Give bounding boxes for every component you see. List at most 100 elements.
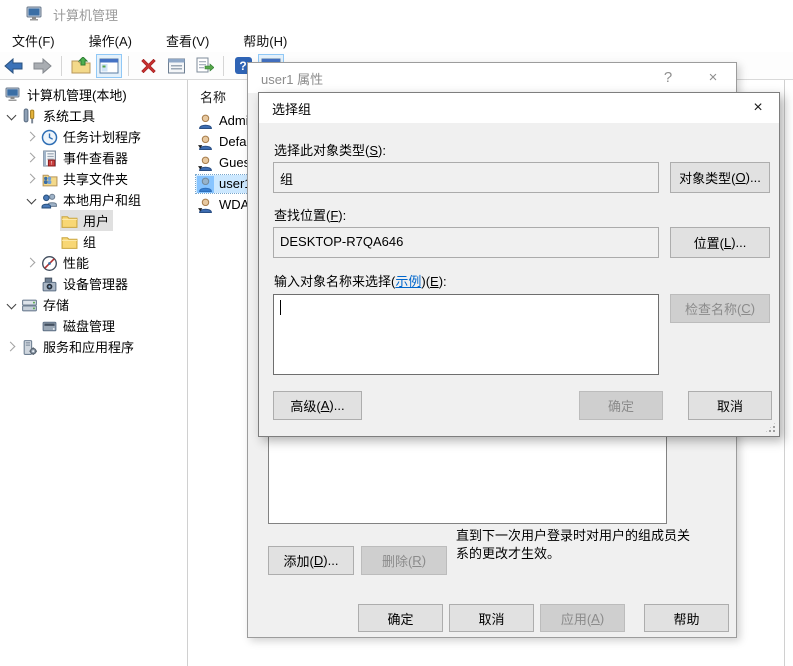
- tree-item-event-viewer[interactable]: ! 事件查看器: [0, 147, 187, 168]
- examples-link[interactable]: 示例: [395, 274, 421, 289]
- apply-button: 应用(A): [540, 604, 625, 632]
- storage-icon: [21, 297, 38, 313]
- chevron-right-icon[interactable]: [24, 168, 40, 189]
- object-names-label-prefix: 输入对象名称来选择(: [274, 274, 395, 289]
- back-button[interactable]: [1, 54, 27, 78]
- tree-item-label: 服务和应用程序: [43, 337, 134, 356]
- tree-item-task-scheduler[interactable]: 任务计划程序: [0, 126, 187, 147]
- tree-item-system-tools[interactable]: 系统工具: [0, 105, 187, 126]
- tree-item-device-manager[interactable]: 设备管理器: [0, 273, 187, 294]
- select-cancel-button[interactable]: 取消: [688, 391, 772, 420]
- select-dialog-titlebar: 选择组: [259, 93, 779, 123]
- export-list-button[interactable]: [191, 54, 217, 78]
- toggle-console-tree-button[interactable]: [96, 54, 122, 78]
- back-arrow-icon: [4, 58, 24, 74]
- close-icon[interactable]: ×: [741, 93, 775, 122]
- chevron-right-icon[interactable]: [24, 252, 40, 273]
- membership-note: 直到下一次用户登录时对用户的组成员关系的更改才生效。: [456, 527, 696, 563]
- properties-button[interactable]: [163, 54, 189, 78]
- text-caret: [280, 300, 281, 315]
- chevron-down-icon[interactable]: [24, 189, 40, 210]
- list-item-label: Gues: [219, 155, 250, 170]
- device-manager-icon: [41, 276, 58, 292]
- tree-item-groups[interactable]: 组: [0, 231, 187, 252]
- tree-item-label: 计算机管理(本地): [27, 85, 127, 104]
- forward-button[interactable]: [29, 54, 55, 78]
- tree-item-label: 设备管理器: [63, 274, 128, 293]
- help-bottom-button[interactable]: 帮助: [644, 604, 729, 632]
- object-type-field[interactable]: 组: [273, 162, 659, 193]
- select-ok-button: 确定: [579, 391, 663, 420]
- tree-item-label: 性能: [63, 253, 89, 272]
- close-icon[interactable]: ×: [696, 63, 730, 92]
- tree-item-disk-management[interactable]: 磁盘管理: [0, 315, 187, 336]
- dialog-help-icon[interactable]: ?: [651, 63, 685, 92]
- chevron-right-icon[interactable]: [24, 126, 40, 147]
- tree-item-label: 磁盘管理: [63, 316, 115, 335]
- services-apps-icon: [21, 339, 38, 355]
- object-types-button[interactable]: 对象类型(O)...: [670, 162, 770, 193]
- add-button[interactable]: 添加(D)...: [268, 546, 354, 575]
- user-disabled-icon: [197, 134, 214, 150]
- chevron-down-icon[interactable]: [4, 105, 20, 126]
- svg-text:!: !: [51, 160, 52, 166]
- advanced-button[interactable]: 高级(A)...: [273, 391, 362, 420]
- window-title: 计算机管理: [53, 5, 118, 24]
- up-folder-icon: [71, 57, 91, 74]
- cancel-button[interactable]: 取消: [449, 604, 534, 632]
- delete-button[interactable]: [135, 54, 161, 78]
- object-names-label: 输入对象名称来选择(示例)(E):: [274, 271, 447, 290]
- tree-item-users[interactable]: 用户: [0, 210, 187, 231]
- chevron-right-icon[interactable]: [24, 147, 40, 168]
- tree-item-services-and-applications[interactable]: 服务和应用程序: [0, 336, 187, 357]
- delete-x-icon: [140, 58, 157, 74]
- system-tools-icon: [21, 108, 38, 124]
- tree-item-storage[interactable]: 存储: [0, 294, 187, 315]
- chevron-spacer: [24, 273, 40, 294]
- export-list-icon: [195, 57, 214, 74]
- toolbar-separator: [223, 56, 224, 76]
- object-type-label: 选择此对象类型(S):: [274, 140, 386, 159]
- chevron-down-icon[interactable]: [4, 294, 20, 315]
- tree-item-shared-folders[interactable]: 共享文件夹: [0, 168, 187, 189]
- task-scheduler-icon: [41, 129, 58, 145]
- forward-arrow-icon: [32, 58, 52, 74]
- properties-dialog-title: user1 属性: [261, 69, 323, 88]
- tree-item-performance[interactable]: 性能: [0, 252, 187, 273]
- user-selected-icon: [197, 176, 214, 192]
- locations-button[interactable]: 位置(L)...: [670, 227, 770, 258]
- tree-item-label: 组: [83, 232, 96, 251]
- tree-item-label: 事件查看器: [63, 148, 128, 167]
- disk-management-icon: [41, 318, 58, 334]
- performance-icon: [41, 255, 58, 271]
- location-label: 查找位置(F):: [274, 205, 346, 224]
- tree-item-local-users-and-groups[interactable]: 本地用户和组: [0, 189, 187, 210]
- up-one-level-button[interactable]: [68, 54, 94, 78]
- user-disabled-icon: [197, 155, 214, 171]
- window-titlebar: 计算机管理: [0, 0, 793, 28]
- check-names-button: 检查名称(C): [670, 294, 770, 323]
- user-disabled-icon: [197, 197, 214, 213]
- tree-item-label: 本地用户和组: [63, 190, 141, 209]
- shared-folders-icon: [41, 171, 58, 187]
- remove-button: 删除(R): [361, 546, 447, 575]
- tree-item-label: 用户: [83, 211, 109, 230]
- tree-item-label: 任务计划程序: [63, 127, 141, 146]
- menu-view[interactable]: 查看(V): [156, 28, 219, 53]
- resize-grip[interactable]: [765, 422, 776, 433]
- menu-help[interactable]: 帮助(H): [233, 28, 297, 53]
- user-icon: [197, 113, 214, 129]
- menu-file[interactable]: 文件(F): [2, 28, 65, 53]
- tree-item-computer-management-local[interactable]: 计算机管理(本地): [0, 84, 187, 105]
- menu-action[interactable]: 操作(A): [79, 28, 142, 53]
- list-item-label: WDA: [219, 197, 249, 212]
- location-field[interactable]: DESKTOP-R7QA646: [273, 227, 659, 258]
- computer-management-app-icon: [26, 6, 44, 22]
- tree-item-label: 系统工具: [43, 106, 95, 125]
- tree-item-label: 共享文件夹: [63, 169, 128, 188]
- object-names-input[interactable]: [273, 294, 659, 375]
- chevron-right-icon[interactable]: [4, 336, 20, 357]
- toolbar-separator: [61, 56, 62, 76]
- console-tree-window-icon: [99, 58, 119, 74]
- ok-button[interactable]: 确定: [358, 604, 443, 632]
